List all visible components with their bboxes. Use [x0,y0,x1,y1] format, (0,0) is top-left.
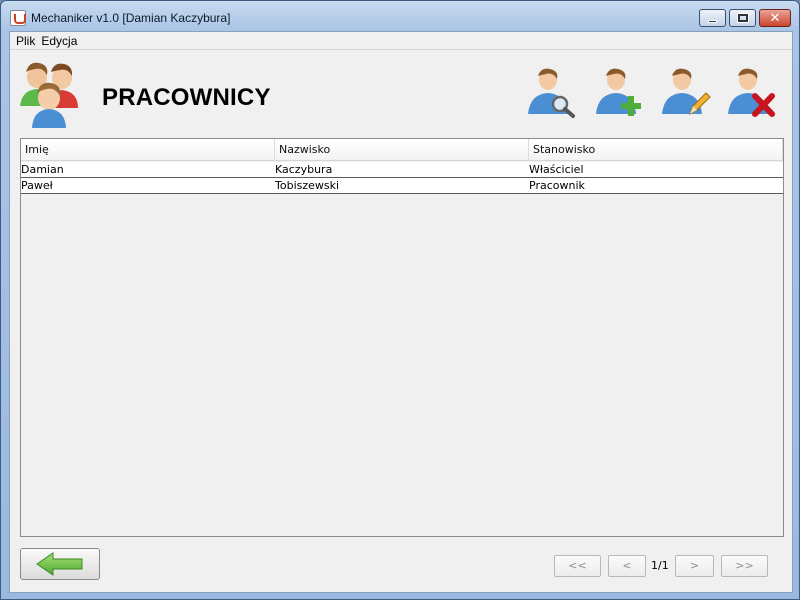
maximize-icon [736,13,749,23]
close-button[interactable]: ✕ [759,9,791,27]
java-app-icon [10,10,26,26]
user-delete-icon [728,68,775,117]
user-add-icon [596,68,641,116]
cell-stanowisko: Właściciel [529,163,584,176]
user-edit-icon [662,68,711,116]
last-page-button[interactable]: >> [721,555,768,577]
menu-plik[interactable]: Plik [13,34,38,48]
column-header-imie[interactable]: Imię [21,139,275,161]
arrow-left-icon [36,552,83,576]
cell-nazwisko: Tobiszewski [275,179,340,192]
add-user-button[interactable] [594,66,646,122]
minimize-button[interactable] [699,9,726,27]
employees-group-icon [20,62,78,128]
client-area: Plik Edycja PRACOWNICY Imię Nazwisko Sta… [9,31,793,593]
table-header: Imię Nazwisko Stanowisko [21,139,783,161]
next-page-button[interactable]: > [675,555,714,577]
close-icon: ✕ [769,10,781,26]
first-page-button[interactable]: << [554,555,601,577]
column-header-nazwisko[interactable]: Nazwisko [275,139,529,161]
column-header-stanowisko[interactable]: Stanowisko [529,139,783,161]
table-row[interactable]: Paweł Tobiszewski Pracownik [21,178,783,194]
maximize-button[interactable] [729,9,756,27]
table-row[interactable]: Damian Kaczybura Właściciel [21,162,783,178]
user-search-icon [528,68,575,118]
title-bar[interactable]: Mechaniker v1.0 [Damian Kaczybura] ✕ [1,1,799,31]
app-window: Mechaniker v1.0 [Damian Kaczybura] ✕ Pli… [0,0,800,600]
cell-imie: Paweł [21,179,53,192]
minimize-icon [708,19,717,23]
search-user-button[interactable] [526,66,578,122]
table-body: Damian Kaczybura Właściciel Paweł Tobisz… [21,162,783,194]
delete-user-button[interactable] [726,66,778,122]
cell-imie: Damian [21,163,64,176]
prev-page-button[interactable]: < [608,555,646,577]
menu-edycja[interactable]: Edycja [38,34,80,48]
cell-nazwisko: Kaczybura [275,163,333,176]
window-title: Mechaniker v1.0 [Damian Kaczybura] [31,11,231,25]
menu-bar: Plik Edycja [10,32,792,50]
page-title: PRACOWNICY [102,84,271,111]
window-controls: ✕ [696,9,791,27]
edit-user-button[interactable] [660,66,712,122]
employees-table: Imię Nazwisko Stanowisko Damian Kaczybur… [20,138,784,537]
back-button[interactable] [20,548,100,580]
page-indicator: 1/1 [651,559,669,572]
cell-stanowisko: Pracownik [529,179,585,192]
